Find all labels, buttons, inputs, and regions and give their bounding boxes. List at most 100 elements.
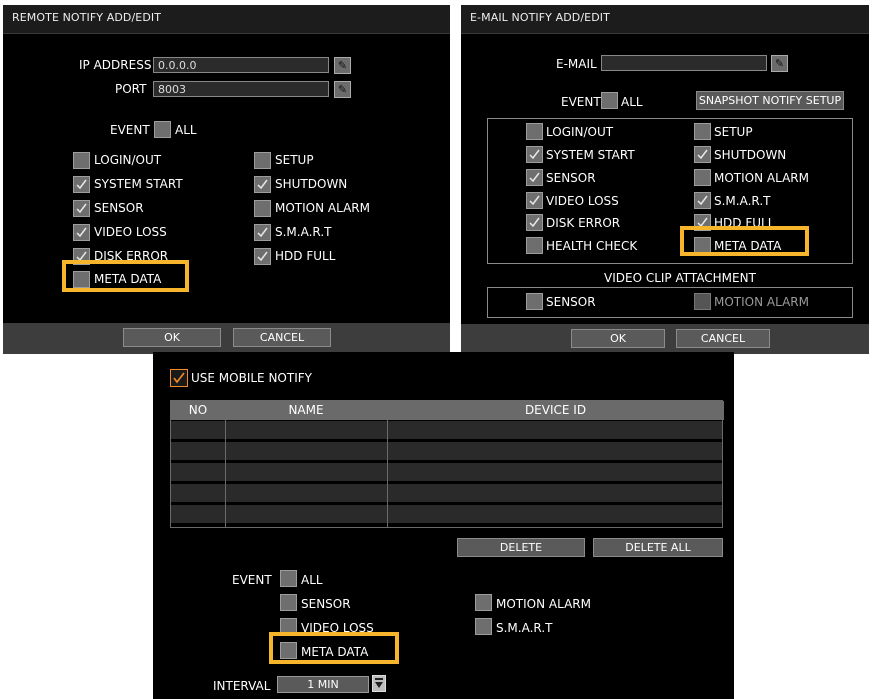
remote-label-smart: S.M.A.R.T	[275, 225, 332, 239]
email-label-disk-error: DISK ERROR	[546, 216, 621, 230]
email-event-all-checkbox[interactable]	[601, 92, 618, 109]
remote-label-disk-error: DISK ERROR	[94, 249, 169, 263]
interval-select[interactable]: 1 MIN	[277, 676, 369, 693]
email-label-login: LOGIN/OUT	[546, 125, 614, 139]
mobile-notify-dialog: USE MOBILE NOTIFY NO NAME DEVICE ID DELE…	[153, 352, 734, 699]
table-row[interactable]	[171, 463, 722, 481]
table-row[interactable]	[171, 421, 722, 439]
mobile-label-smart: S.M.A.R.T	[496, 621, 553, 635]
check-icon	[76, 179, 87, 190]
remote-checkbox-meta-data[interactable]	[73, 271, 90, 288]
mobile-checkbox-smart[interactable]	[475, 618, 492, 635]
use-mobile-notify-checkbox[interactable]	[170, 369, 188, 387]
email-label-shutdown: SHUTDOWN	[714, 148, 787, 162]
remote-cancel-button[interactable]: CANCEL	[233, 328, 331, 347]
remote-checkbox-shutdown[interactable]	[254, 176, 271, 193]
port-edit-icon[interactable]: ✎	[334, 81, 351, 98]
video-clip-attachment-title: VIDEO CLIP ATTACHMENT	[604, 271, 756, 285]
remote-checkbox-sensor[interactable]	[73, 200, 90, 217]
check-icon	[697, 217, 708, 228]
check-icon	[529, 217, 540, 228]
remote-checkbox-smart[interactable]	[254, 224, 271, 241]
delete-button[interactable]: DELETE	[457, 538, 585, 557]
ip-edit-icon[interactable]: ✎	[334, 57, 351, 74]
email-checkbox-shutdown[interactable]	[694, 146, 711, 163]
mobile-checkbox-sensor[interactable]	[280, 594, 297, 611]
email-label-video-loss: VIDEO LOSS	[546, 194, 619, 208]
email-footer: OK CANCEL	[461, 324, 869, 354]
ip-address-input[interactable]: 0.0.0.0	[153, 57, 329, 73]
remote-label-meta-data: META DATA	[94, 272, 162, 286]
remote-checkbox-setup[interactable]	[254, 152, 271, 169]
email-checkbox-system-start[interactable]	[526, 146, 543, 163]
email-notify-title: E-MAIL NOTIFY ADD/EDIT	[470, 11, 610, 24]
remote-ok-button[interactable]: OK	[123, 328, 221, 347]
remote-label-setup: SETUP	[275, 153, 314, 167]
clip-checkbox-sensor[interactable]	[526, 293, 543, 310]
remote-event-all-checkbox[interactable]	[154, 121, 171, 138]
check-icon	[257, 179, 268, 190]
mobile-label-sensor: SENSOR	[301, 597, 351, 611]
remote-checkbox-disk-error[interactable]	[73, 248, 90, 265]
column-divider	[387, 401, 388, 527]
email-checkbox-setup[interactable]	[694, 123, 711, 140]
clip-label-motion-alarm: MOTION ALARM	[714, 295, 809, 309]
check-icon	[529, 195, 540, 206]
delete-all-button[interactable]: DELETE ALL	[593, 538, 723, 557]
table-row[interactable]	[171, 505, 722, 523]
clip-checkbox-motion-alarm[interactable]	[694, 293, 711, 310]
mobile-checkbox-all[interactable]	[280, 570, 297, 587]
email-event-all-label: ALL	[621, 95, 643, 109]
email-event-label: EVENT	[561, 95, 601, 109]
email-edit-icon[interactable]: ✎	[771, 55, 788, 72]
remote-notify-titlebar: REMOTE NOTIFY ADD/EDIT	[3, 5, 450, 34]
interval-label: INTERVAL	[213, 679, 271, 693]
remote-event-label: EVENT	[110, 123, 150, 137]
email-checkbox-health-check[interactable]	[526, 237, 543, 254]
email-checkbox-smart[interactable]	[694, 192, 711, 209]
check-icon	[76, 227, 87, 238]
email-cancel-button[interactable]: CANCEL	[676, 329, 770, 348]
email-checkbox-video-loss[interactable]	[526, 192, 543, 209]
mobile-checkbox-meta-data[interactable]	[280, 642, 297, 659]
check-icon	[257, 227, 268, 238]
chevron-down-icon	[375, 678, 383, 688]
check-icon	[529, 149, 540, 160]
email-label: E-MAIL	[556, 57, 597, 71]
table-row[interactable]	[171, 442, 722, 460]
email-ok-button[interactable]: OK	[571, 329, 665, 348]
check-icon	[76, 203, 87, 214]
remote-checkbox-video-loss[interactable]	[73, 224, 90, 241]
snapshot-notify-setup-button[interactable]: SNAPSHOT NOTIFY SETUP	[696, 91, 844, 110]
mobile-label-all: ALL	[301, 573, 323, 587]
mobile-checkbox-motion-alarm[interactable]	[475, 594, 492, 611]
email-notify-dialog: E-MAIL NOTIFY ADD/EDIT E-MAIL ✎ EVENT AL…	[461, 5, 869, 354]
remote-label-system-start: SYSTEM START	[94, 177, 183, 191]
email-checkbox-disk-error[interactable]	[526, 214, 543, 231]
port-input[interactable]: 8003	[153, 81, 329, 97]
remote-label-shutdown: SHUTDOWN	[275, 177, 348, 191]
email-checkbox-login[interactable]	[526, 123, 543, 140]
remote-label-sensor: SENSOR	[94, 201, 144, 215]
email-label-smart: S.M.A.R.T	[714, 194, 771, 208]
email-checkbox-hdd-full[interactable]	[694, 214, 711, 231]
table-row[interactable]	[171, 484, 722, 502]
email-label-system-start: SYSTEM START	[546, 148, 635, 162]
remote-notify-title: REMOTE NOTIFY ADD/EDIT	[12, 11, 162, 24]
remote-checkbox-hdd-full[interactable]	[254, 248, 271, 265]
remote-checkbox-motion-alarm[interactable]	[254, 200, 271, 217]
email-checkbox-sensor[interactable]	[526, 169, 543, 186]
mobile-event-label: EVENT	[232, 573, 272, 587]
check-icon	[257, 251, 268, 262]
email-label-health-check: HEALTH CHECK	[546, 239, 638, 253]
remote-checkbox-login[interactable]	[73, 152, 90, 169]
mobile-checkbox-video-loss[interactable]	[280, 618, 297, 635]
email-checkbox-meta-data[interactable]	[694, 237, 711, 254]
mobile-label-motion-alarm: MOTION ALARM	[496, 597, 591, 611]
email-input[interactable]	[601, 55, 767, 71]
interval-dropdown-button[interactable]	[372, 675, 386, 692]
clip-label-sensor: SENSOR	[546, 295, 596, 309]
use-mobile-notify-label: USE MOBILE NOTIFY	[191, 371, 312, 385]
email-checkbox-motion-alarm[interactable]	[694, 169, 711, 186]
remote-checkbox-system-start[interactable]	[73, 176, 90, 193]
